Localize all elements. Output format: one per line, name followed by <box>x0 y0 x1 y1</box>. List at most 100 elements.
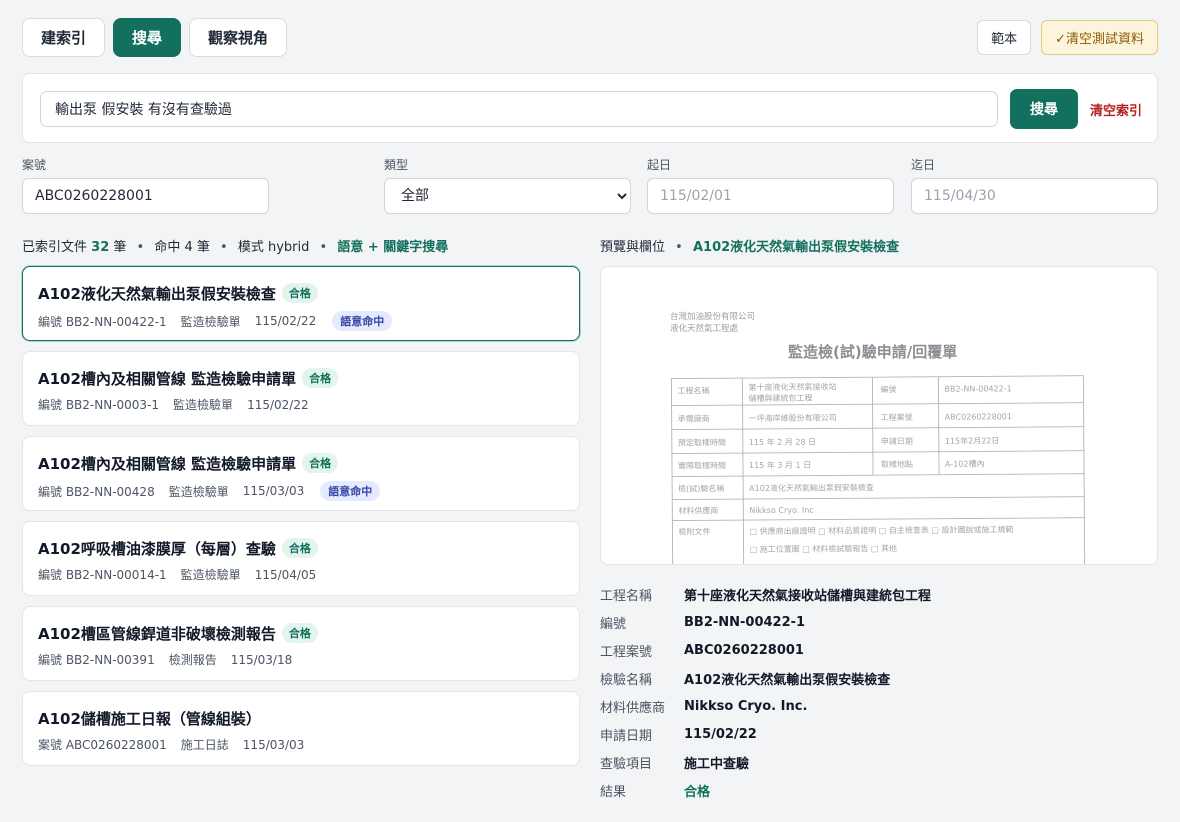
pass-badge: 合格 <box>281 283 318 303</box>
form-table-grid <box>670 375 1086 564</box>
form-cell: 一坪海岸維股份有限公司 <box>749 412 837 423</box>
field-key: 材料供應商 <box>600 700 666 716</box>
start-date-label: 起日 <box>647 158 672 172</box>
field-row: 工程名稱 第十座液化天然氣接收站儲槽與建統包工程 <box>600 580 1158 608</box>
field-value: BB2-NN-00422-1 <box>684 614 806 630</box>
result-meta: 編號 BB2-NN-0003-1 監造檢驗單 115/02/22 <box>38 396 564 413</box>
semantic-hit-badge: 語意命中 <box>320 481 381 501</box>
field-value: A102液化天然氣輸出泵假安裝檢查 <box>684 672 891 688</box>
indexed-count: 32 <box>91 240 110 255</box>
clear-index-link[interactable]: 清空索引 <box>1090 100 1142 119</box>
form-cell: 115 年 2 月 28 日 <box>749 437 816 447</box>
result-id: 編號 BB2-NN-00391 <box>38 653 155 667</box>
result-meta: 編號 BB2-NN-00391 檢測報告 115/03/18 <box>38 651 564 668</box>
result-title: A102液化天然氣輸出泵假安裝檢查 <box>38 284 276 303</box>
separator-dot: • <box>319 240 328 255</box>
form-cell: 儲槽與建統包工程 <box>748 393 812 403</box>
result-id: 案號 ABC0260228001 <box>38 738 167 752</box>
preview-label: 預覽與欄位 <box>600 240 666 255</box>
start-date-input[interactable] <box>647 178 894 214</box>
field-value: ABC0260228001 <box>684 642 804 658</box>
field-value: 合格 <box>684 784 711 800</box>
result-title: A102槽內及相關管線 監造檢驗申請單 <box>38 454 297 473</box>
document-preview: 台灣加油股份有限公司 液化天然氣工程處 監造檢(試)驗申請/回覆單 工程名稱 第… <box>600 266 1158 565</box>
field-value: 第十座液化天然氣接收站儲槽與建統包工程 <box>684 588 932 604</box>
result-card[interactable]: A102槽內及相關管線 監造檢驗申請單 合格 編號 BB2-NN-0003-1 … <box>22 351 580 426</box>
form-cell: □ 供應商出廠證明 □ 材料品質證明 □ 自主檢查表 □ 設計圖說或施工規範 <box>749 524 1013 536</box>
type-label: 類型 <box>384 158 409 172</box>
result-doc-type: 監造檢驗單 <box>180 568 241 582</box>
result-doc-type: 監造檢驗單 <box>180 314 241 329</box>
sample-button[interactable]: 範本 <box>977 20 1032 55</box>
field-key: 檢驗名稱 <box>600 672 653 688</box>
semantic-hit-badge: 語意命中 <box>332 311 393 331</box>
form-cell: ABC0260228001 <box>945 412 1012 421</box>
result-title-row: A102儲槽施工日報（管線組裝） <box>38 706 564 730</box>
indexed-prefix: 已索引文件 <box>22 240 88 255</box>
result-card[interactable]: A102儲槽施工日報（管線組裝） 案號 ABC0260228001 施工日誌 1… <box>22 691 580 766</box>
result-date: 115/03/18 <box>230 652 293 667</box>
tab-search[interactable]: 搜尋 <box>113 18 182 57</box>
result-card[interactable]: A102槽內及相關管線 監造檢驗申請單 合格 編號 BB2-NN-00428 監… <box>22 436 580 511</box>
result-meta: 編號 BB2-NN-00014-1 監造檢驗單 115/04/05 <box>38 566 564 583</box>
form-cell: □ 施工位置圖 □ 材料檢試驗報告 □ 其他 <box>750 543 897 554</box>
result-title-row: A102呼吸槽油漆膜厚（每層）查驗 合格 <box>38 536 564 560</box>
field-key: 申請日期 <box>600 728 653 744</box>
tab-build-index[interactable]: 建索引 <box>22 18 106 57</box>
form-cell: BB2-NN-00422-1 <box>944 384 1011 393</box>
field-key: 查驗項目 <box>600 756 653 772</box>
result-title-row: A102液化天然氣輸出泵假安裝檢查 合格 <box>38 281 564 305</box>
result-card[interactable]: A102呼吸槽油漆膜厚（每層）查驗 合格 編號 BB2-NN-00014-1 監… <box>22 521 580 596</box>
scanned-form-image: 台灣加油股份有限公司 液化天然氣工程處 監造檢(試)驗申請/回覆單 工程名稱 第… <box>670 311 1086 564</box>
result-date: 115/03/03 <box>242 737 305 752</box>
form-cell: 取樣地點 <box>881 459 913 469</box>
result-meta: 編號 BB2-NN-00422-1 監造檢驗單 115/02/22 語意命中 <box>38 311 564 331</box>
search-panel: 搜尋 清空索引 <box>22 73 1158 143</box>
search-mode: 模式 hybrid <box>237 240 310 255</box>
field-key: 工程名稱 <box>600 588 653 604</box>
form-cell: 實際取樣時間 <box>678 460 726 470</box>
result-card[interactable]: A102液化天然氣輸出泵假安裝檢查 合格 編號 BB2-NN-00422-1 監… <box>22 266 580 341</box>
form-cell: 115 年 3 月 1 日 <box>749 460 811 470</box>
indexed-suffix: 筆 <box>113 240 127 255</box>
form-cell: A-102槽內 <box>945 458 985 468</box>
top-actions: 範本 ✓清空測試資料 <box>977 20 1158 55</box>
main-tabs: 建索引 搜尋 觀察視角 <box>22 18 288 57</box>
field-row: 結果 合格 <box>600 776 1158 804</box>
field-value: 115/02/22 <box>684 726 757 742</box>
form-cell: 檢附文件 <box>678 526 710 536</box>
case-no-label: 案號 <box>22 158 47 172</box>
result-title: A102槽區管線銲道非破壞檢測報告 <box>38 624 276 643</box>
form-cell: A102液化天然氣輸出泵假安裝檢查 <box>749 482 874 493</box>
result-title: A102呼吸槽油漆膜厚（每層）查驗 <box>38 539 276 558</box>
result-doc-type: 監造檢驗單 <box>173 398 234 412</box>
end-date-input[interactable] <box>911 178 1158 214</box>
case-no-input[interactable] <box>22 178 269 214</box>
result-id: 編號 BB2-NN-0003-1 <box>38 398 160 412</box>
clear-test-data-button[interactable]: ✓清空測試資料 <box>1041 20 1158 55</box>
search-button[interactable]: 搜尋 <box>1010 89 1078 129</box>
form-cell: Nikkso Cryo. Inc <box>749 506 813 515</box>
search-mode-label: 語意 + 關鍵字搜尋 <box>337 240 449 255</box>
field-row: 申請日期 115/02/22 <box>600 720 1158 748</box>
form-table-text: 工程名稱 第十座液化天然氣接收站 儲槽與建統包工程 編號 BB2-NN-0042… <box>677 381 1013 554</box>
field-row: 編號 BB2-NN-00422-1 <box>600 608 1158 636</box>
result-list: A102液化天然氣輸出泵假安裝檢查 合格 編號 BB2-NN-00422-1 監… <box>22 266 580 776</box>
form-title: 監造檢(試)驗申請/回覆單 <box>788 343 957 361</box>
search-input[interactable] <box>40 91 998 127</box>
field-key: 工程案號 <box>600 644 653 660</box>
type-select[interactable]: 全部 <box>384 178 631 214</box>
tab-observe-view[interactable]: 觀察視角 <box>189 18 288 57</box>
result-id: 編號 BB2-NN-00014-1 <box>38 568 167 582</box>
form-cell: 編號 <box>880 384 896 394</box>
filter-case-no: 案號 <box>22 158 269 214</box>
field-key: 結果 <box>600 784 627 800</box>
field-key: 編號 <box>600 616 627 632</box>
form-cell: 預定取樣時間 <box>678 437 726 447</box>
form-cell: 工程案號 <box>881 412 913 422</box>
result-card[interactable]: A102槽區管線銲道非破壞檢測報告 合格 編號 BB2-NN-00391 檢測報… <box>22 606 580 681</box>
result-summary: 已索引文件 32 筆 • 命中 4 筆 • 模式 hybrid • 語意 + 關… <box>22 236 448 255</box>
result-meta: 編號 BB2-NN-00428 監造檢驗單 115/03/03 語意命中 <box>38 481 564 501</box>
result-title-row: A102槽內及相關管線 監造檢驗申請單 合格 <box>38 451 564 475</box>
form-cell: 115年2月22日 <box>945 435 1000 445</box>
